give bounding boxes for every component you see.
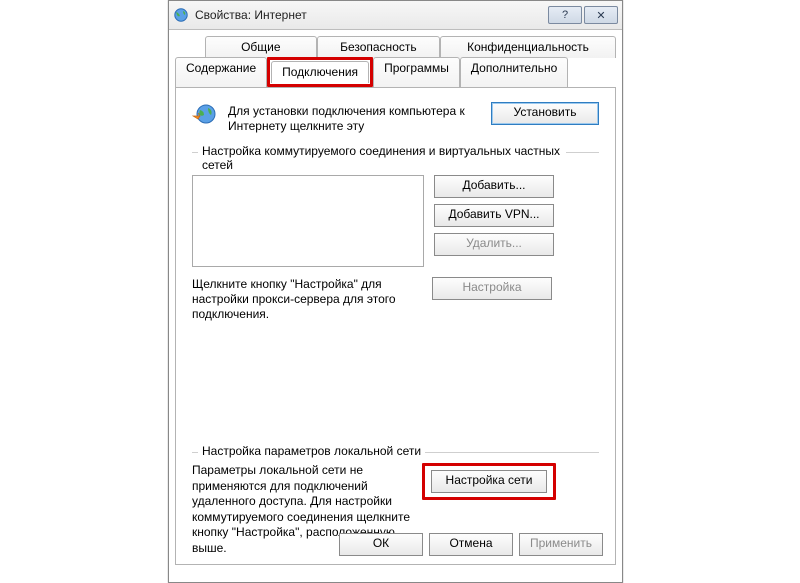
dialog-buttons: ОК Отмена Применить (339, 533, 603, 556)
tab-panel-connections: Для установки подключения компьютера к И… (175, 87, 616, 565)
titlebar: Свойства: Интернет ? ✕ (169, 1, 622, 30)
connection-settings-button: Настройка (432, 277, 552, 300)
cancel-button[interactable]: Отмена (429, 533, 513, 556)
tab-advanced[interactable]: Дополнительно (460, 57, 568, 88)
window-buttons: ? ✕ (546, 6, 618, 24)
tab-connections[interactable]: Подключения (271, 61, 369, 83)
setup-row: Для установки подключения компьютера к И… (192, 102, 599, 134)
dialup-legend: Настройка коммутируемого соединения и ви… (198, 144, 566, 172)
window-title: Свойства: Интернет (195, 8, 546, 22)
tab-security[interactable]: Безопасность (317, 36, 440, 58)
setup-button[interactable]: Установить (491, 102, 599, 125)
lan-legend: Настройка параметров локальной сети (198, 444, 425, 458)
tab-connections-highlight: Подключения (267, 57, 373, 87)
add-vpn-button[interactable]: Добавить VPN... (434, 204, 554, 227)
tab-programs[interactable]: Программы (373, 57, 460, 88)
remove-button: Удалить... (434, 233, 554, 256)
internet-options-icon (173, 7, 189, 23)
tab-content[interactable]: Содержание (175, 57, 267, 88)
apply-button: Применить (519, 533, 603, 556)
internet-properties-dialog: Свойства: Интернет ? ✕ Общие Безопасност… (168, 0, 623, 583)
connections-listbox[interactable] (192, 175, 424, 267)
setup-text: Для установки подключения компьютера к И… (228, 102, 481, 134)
proxy-hint: Щелкните кнопку "Настройка" для настройк… (192, 277, 422, 322)
setup-globe-icon (192, 102, 218, 128)
tab-general[interactable]: Общие (205, 36, 317, 58)
tab-privacy[interactable]: Конфиденциальность (440, 36, 616, 58)
add-button[interactable]: Добавить... (434, 175, 554, 198)
lan-settings-highlight: Настройка сети (422, 463, 556, 500)
lan-settings-button[interactable]: Настройка сети (431, 470, 547, 493)
help-button[interactable]: ? (548, 6, 582, 24)
tabs: Общие Безопасность Конфиденциальность Со… (169, 30, 622, 565)
dialup-group: Настройка коммутируемого соединения и ви… (192, 152, 599, 322)
ok-button[interactable]: ОК (339, 533, 423, 556)
close-button[interactable]: ✕ (584, 6, 618, 24)
